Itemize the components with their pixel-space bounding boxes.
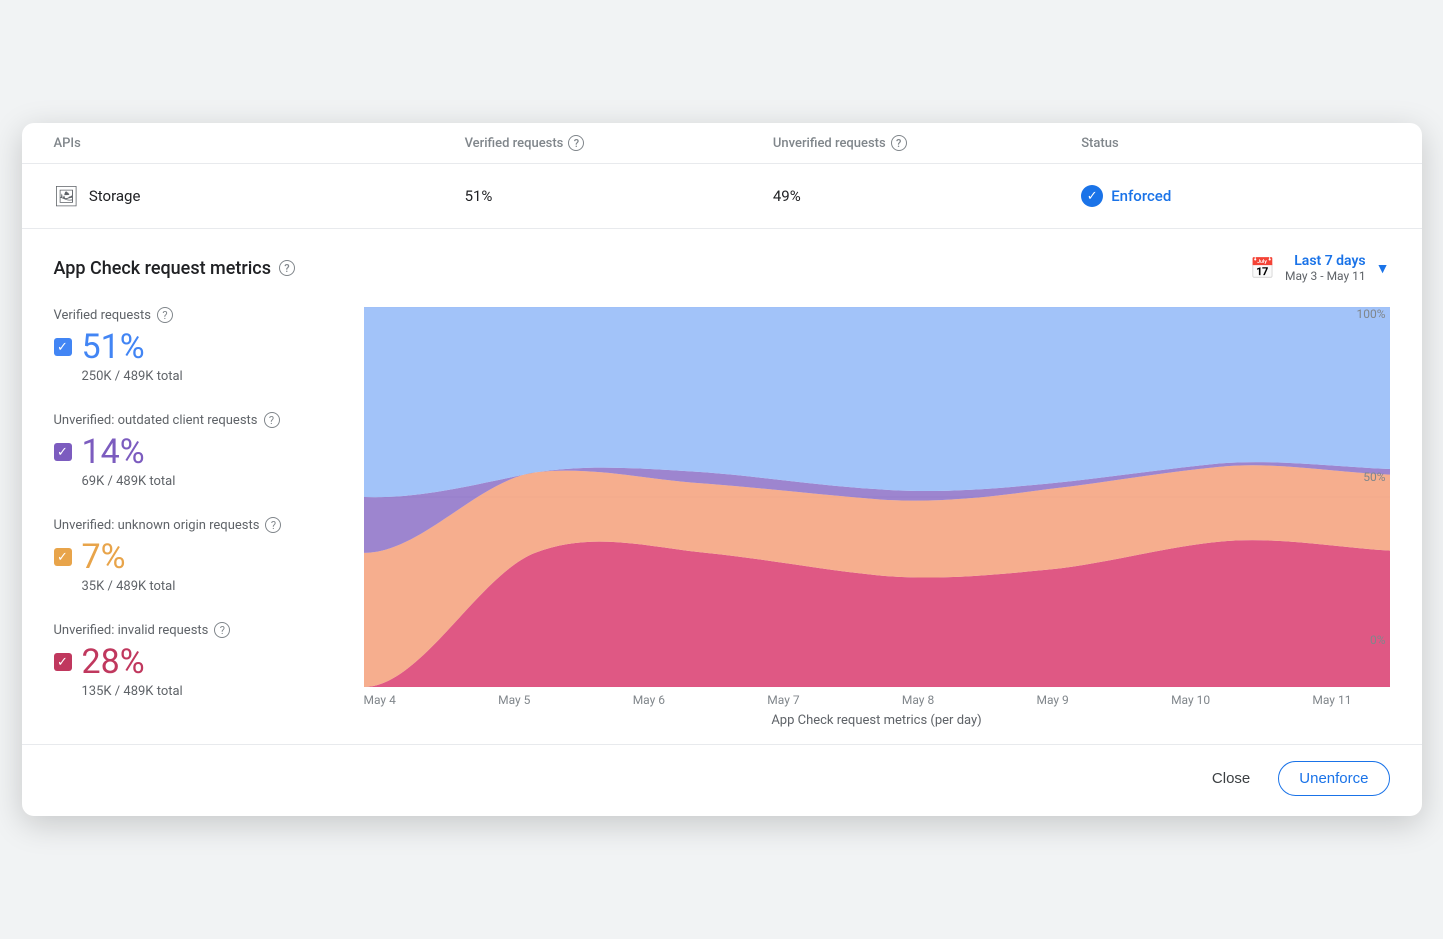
legend-total-2: 35K / 489K total bbox=[82, 579, 340, 594]
legend-help-icon-0[interactable]: ? bbox=[157, 307, 173, 323]
storage-name-cell: 🖼 Storage bbox=[54, 184, 465, 208]
dialog-footer: Close Unenforce bbox=[22, 744, 1422, 816]
table-header: APIs Verified requests ? Unverified requ… bbox=[22, 123, 1422, 164]
storage-verified-pct: 51% bbox=[465, 187, 773, 205]
legend-label-0: Verified requests ? bbox=[54, 307, 340, 323]
legend-pct-row-0: ✓ 51% bbox=[54, 327, 340, 367]
col-unverified-label: Unverified requests bbox=[773, 136, 886, 151]
legend-help-icon-1[interactable]: ? bbox=[264, 412, 280, 428]
legend-total-0: 250K / 489K total bbox=[82, 369, 340, 384]
col-apis-label: APIs bbox=[54, 136, 81, 151]
metrics-section: App Check request metrics ? 📅 Last 7 day… bbox=[22, 229, 1422, 744]
storage-label: Storage bbox=[89, 187, 141, 205]
date-picker[interactable]: 📅 Last 7 days May 3 - May 11 ▼ bbox=[1250, 253, 1389, 283]
enforced-badge: ✓ Enforced bbox=[1081, 185, 1389, 207]
metrics-body: Verified requests ? ✓ 51% 250K / 489K to… bbox=[54, 307, 1390, 744]
date-range-sub: May 3 - May 11 bbox=[1285, 269, 1366, 283]
col-apis: APIs bbox=[54, 135, 465, 151]
chart-caption: App Check request metrics (per day) bbox=[364, 713, 1390, 744]
col-status: Status bbox=[1081, 135, 1389, 151]
col-verified: Verified requests ? bbox=[465, 135, 773, 151]
legend-item-1: Unverified: outdated client requests ? ✓… bbox=[54, 412, 340, 489]
x-label-3: May 7 bbox=[767, 693, 799, 707]
col-unverified: Unverified requests ? bbox=[773, 135, 1081, 151]
legend-pct-1: 14% bbox=[82, 432, 145, 472]
date-range-label: Last 7 days bbox=[1285, 253, 1366, 269]
storage-icon: 🖼 bbox=[54, 184, 79, 208]
legend-checkbox-3[interactable]: ✓ bbox=[54, 653, 72, 671]
chevron-down-icon: ▼ bbox=[1376, 260, 1390, 277]
col-status-label: Status bbox=[1081, 136, 1118, 151]
col-verified-label: Verified requests bbox=[465, 136, 564, 151]
chart-area: 100% 50% 0% bbox=[364, 307, 1390, 744]
y-label-100: 100% bbox=[1356, 307, 1385, 321]
x-label-2: May 6 bbox=[633, 693, 665, 707]
x-label-6: May 10 bbox=[1171, 693, 1210, 707]
close-button[interactable]: Close bbox=[1196, 762, 1266, 795]
y-label-0: 0% bbox=[1370, 633, 1386, 647]
legend-item-2: Unverified: unknown origin requests ? ✓ … bbox=[54, 517, 340, 594]
legend-total-1: 69K / 489K total bbox=[82, 474, 340, 489]
calendar-icon: 📅 bbox=[1250, 256, 1275, 280]
legend-item-0: Verified requests ? ✓ 51% 250K / 489K to… bbox=[54, 307, 340, 384]
legend-help-icon-3[interactable]: ? bbox=[214, 622, 230, 638]
chart-legend: Verified requests ? ✓ 51% 250K / 489K to… bbox=[54, 307, 364, 744]
x-label-4: May 8 bbox=[902, 693, 934, 707]
metrics-header: App Check request metrics ? 📅 Last 7 day… bbox=[54, 253, 1390, 283]
metrics-title: App Check request metrics ? bbox=[54, 258, 295, 279]
enforced-label: Enforced bbox=[1111, 187, 1171, 205]
y-label-50: 50% bbox=[1363, 470, 1385, 484]
legend-pct-row-2: ✓ 7% bbox=[54, 537, 340, 577]
legend-label-1: Unverified: outdated client requests ? bbox=[54, 412, 340, 428]
date-range-text: Last 7 days May 3 - May 11 bbox=[1285, 253, 1366, 283]
legend-total-3: 135K / 489K total bbox=[82, 684, 340, 699]
storage-row: 🖼 Storage 51% 49% ✓ Enforced bbox=[22, 164, 1422, 229]
legend-pct-0: 51% bbox=[82, 327, 145, 367]
legend-label-2: Unverified: unknown origin requests ? bbox=[54, 517, 340, 533]
legend-checkbox-0[interactable]: ✓ bbox=[54, 338, 72, 356]
legend-pct-2: 7% bbox=[82, 537, 126, 577]
chart-y-labels: 100% 50% 0% bbox=[1356, 307, 1389, 647]
legend-checkbox-2[interactable]: ✓ bbox=[54, 548, 72, 566]
area-chart bbox=[364, 307, 1390, 687]
unenforce-button[interactable]: Unenforce bbox=[1278, 761, 1389, 796]
chart-container: 100% 50% 0% bbox=[364, 307, 1390, 687]
chart-x-labels: May 4 May 5 May 6 May 7 May 8 May 9 May 10 May … bbox=[364, 687, 1390, 707]
legend-help-icon-2[interactable]: ? bbox=[265, 517, 281, 533]
enforced-check-icon: ✓ bbox=[1081, 185, 1103, 207]
x-label-5: May 9 bbox=[1036, 693, 1068, 707]
unverified-help-icon[interactable]: ? bbox=[891, 135, 907, 151]
x-label-7: May 11 bbox=[1312, 693, 1351, 707]
x-label-0: May 4 bbox=[364, 693, 396, 707]
verified-help-icon[interactable]: ? bbox=[568, 135, 584, 151]
legend-label-3: Unverified: invalid requests ? bbox=[54, 622, 340, 638]
legend-item-3: Unverified: invalid requests ? ✓ 28% 135… bbox=[54, 622, 340, 699]
main-dialog: APIs Verified requests ? Unverified requ… bbox=[22, 123, 1422, 816]
legend-checkbox-1[interactable]: ✓ bbox=[54, 443, 72, 461]
legend-pct-3: 28% bbox=[82, 642, 145, 682]
legend-pct-row-1: ✓ 14% bbox=[54, 432, 340, 472]
metrics-title-text: App Check request metrics bbox=[54, 258, 271, 279]
storage-unverified-pct: 49% bbox=[773, 187, 1081, 205]
x-label-1: May 5 bbox=[498, 693, 530, 707]
metrics-help-icon[interactable]: ? bbox=[279, 260, 295, 276]
legend-pct-row-3: ✓ 28% bbox=[54, 642, 340, 682]
